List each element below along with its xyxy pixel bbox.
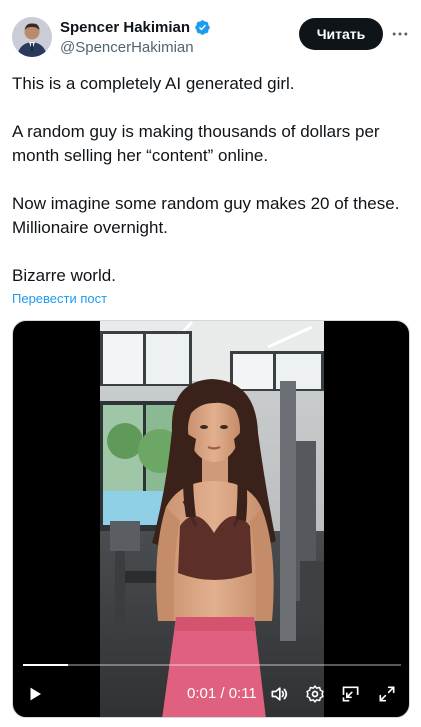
video-time: 0:01 / 0:11	[187, 685, 257, 702]
more-horizontal-icon[interactable]	[388, 22, 412, 46]
fullscreen-icon[interactable]	[375, 682, 399, 706]
video-player[interactable]: 0:01 / 0:11	[12, 320, 410, 718]
play-icon[interactable]	[23, 682, 47, 706]
tweet-text-paragraph: A random guy is making thousands of doll…	[12, 122, 380, 165]
picture-in-picture-icon[interactable]	[339, 682, 363, 706]
author-handle[interactable]: @SpencerHakimian	[60, 39, 194, 57]
translate-post-link[interactable]: Перевести пост	[12, 291, 107, 307]
verified-badge-icon	[194, 19, 211, 36]
video-controls: 0:01 / 0:11	[13, 676, 409, 712]
gear-icon[interactable]	[303, 682, 327, 706]
video-progress-bar[interactable]	[23, 664, 401, 666]
author-name-row: Spencer Hakimian	[60, 18, 211, 37]
follow-button[interactable]: Читать	[299, 18, 383, 50]
volume-icon[interactable]	[267, 682, 291, 706]
tweet-text-paragraph: Bizarre world.	[12, 266, 116, 285]
video-progress-fill	[23, 664, 69, 666]
video-frame[interactable]	[100, 321, 324, 717]
author-name[interactable]: Spencer Hakimian	[60, 18, 190, 37]
tweet-text-paragraph: This is a completely AI generated girl.	[12, 74, 295, 93]
avatar[interactable]	[12, 17, 52, 57]
tweet-text-paragraph: Now imagine some random guy makes 20 of …	[12, 194, 400, 237]
tweet-header: Spencer Hakimian @SpencerHakimian Читать	[0, 0, 421, 70]
